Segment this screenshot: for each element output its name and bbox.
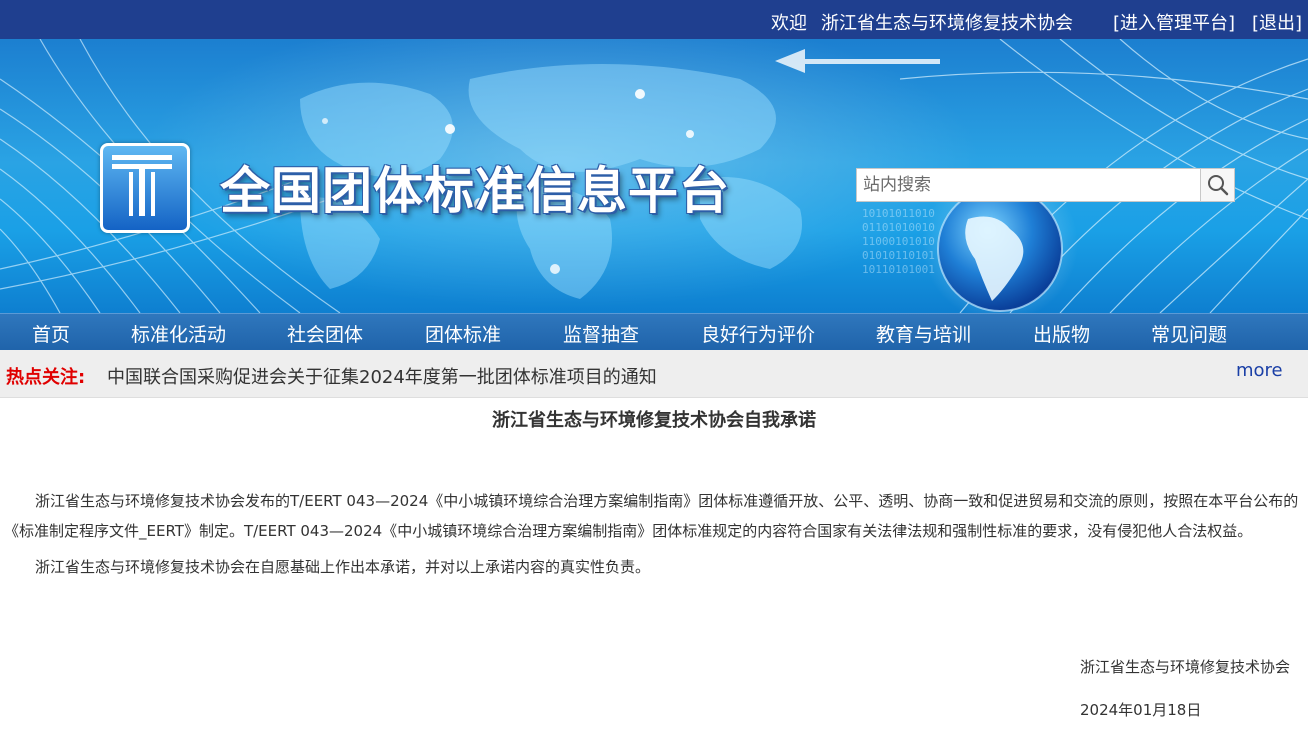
top-bar: 欢迎 浙江省生态与环境修复技术协会 [进入管理平台] [退出] <box>0 0 1308 39</box>
site-logo[interactable] <box>100 143 190 233</box>
nav-item-organizations[interactable]: 社会团体 <box>287 320 363 347</box>
header-banner: 10101011010 01101010010 11000101010 0101… <box>0 39 1308 313</box>
hot-topics-label: 热点关注: <box>6 367 86 388</box>
welcome-text: 欢迎 <box>771 13 807 34</box>
nav-item-group-standards[interactable]: 团体标准 <box>425 320 501 347</box>
search-button[interactable] <box>1200 168 1235 202</box>
article-body: 浙江省生态与环境修复技术协会发布的T/EERT 043—2024《中小城镇环境综… <box>4 486 1308 588</box>
signature-date: 2024年01月18日 <box>1080 701 1202 719</box>
logo-mark-icon <box>112 155 172 216</box>
nav-item-home[interactable]: 首页 <box>32 320 70 347</box>
nav-item-training[interactable]: 教育与培训 <box>876 320 971 347</box>
admin-platform-link[interactable]: [进入管理平台] <box>1113 9 1235 35</box>
nav-item-evaluation[interactable]: 良好行为评价 <box>701 320 815 347</box>
main-nav: 首页 标准化活动 社会团体 团体标准 监督抽查 良好行为评价 教育与培训 出版物… <box>0 313 1308 351</box>
svg-text:10110101001: 10110101001 <box>862 263 935 276</box>
nav-item-standardization[interactable]: 标准化活动 <box>131 320 226 347</box>
hot-topic-link[interactable]: 中国联合国采购促进会关于征集2024年度第一批团体标准项目的通知 <box>107 363 657 389</box>
user-org-name: 浙江省生态与环境修复技术协会 <box>821 13 1073 34</box>
nav-item-publications[interactable]: 出版物 <box>1033 320 1090 347</box>
logout-link[interactable]: [退出] <box>1252 9 1302 35</box>
article-title: 浙江省生态与环境修复技术协会自我承诺 <box>492 410 816 431</box>
nav-item-supervision[interactable]: 监督抽查 <box>563 320 639 347</box>
search-icon <box>1208 175 1229 196</box>
article-paragraph: 浙江省生态与环境修复技术协会发布的T/EERT 043—2024《中小城镇环境综… <box>4 492 1299 540</box>
nav-item-faq[interactable]: 常见问题 <box>1151 320 1227 347</box>
search-input[interactable] <box>856 168 1200 202</box>
svg-text:10101011010: 10101011010 <box>862 207 935 220</box>
site-title: 全国团体标准信息平台 <box>220 161 730 220</box>
hot-topics-bar: 热点关注: 中国联合国采购促进会关于征集2024年度第一批团体标准项目的通知 m… <box>0 350 1308 398</box>
more-link[interactable]: more <box>1236 360 1283 381</box>
signature-org: 浙江省生态与环境修复技术协会 <box>1080 658 1291 676</box>
article-paragraph: 浙江省生态与环境修复技术协会在自愿基础上作出本承诺，并对以上承诺内容的真实性负责… <box>35 558 651 576</box>
